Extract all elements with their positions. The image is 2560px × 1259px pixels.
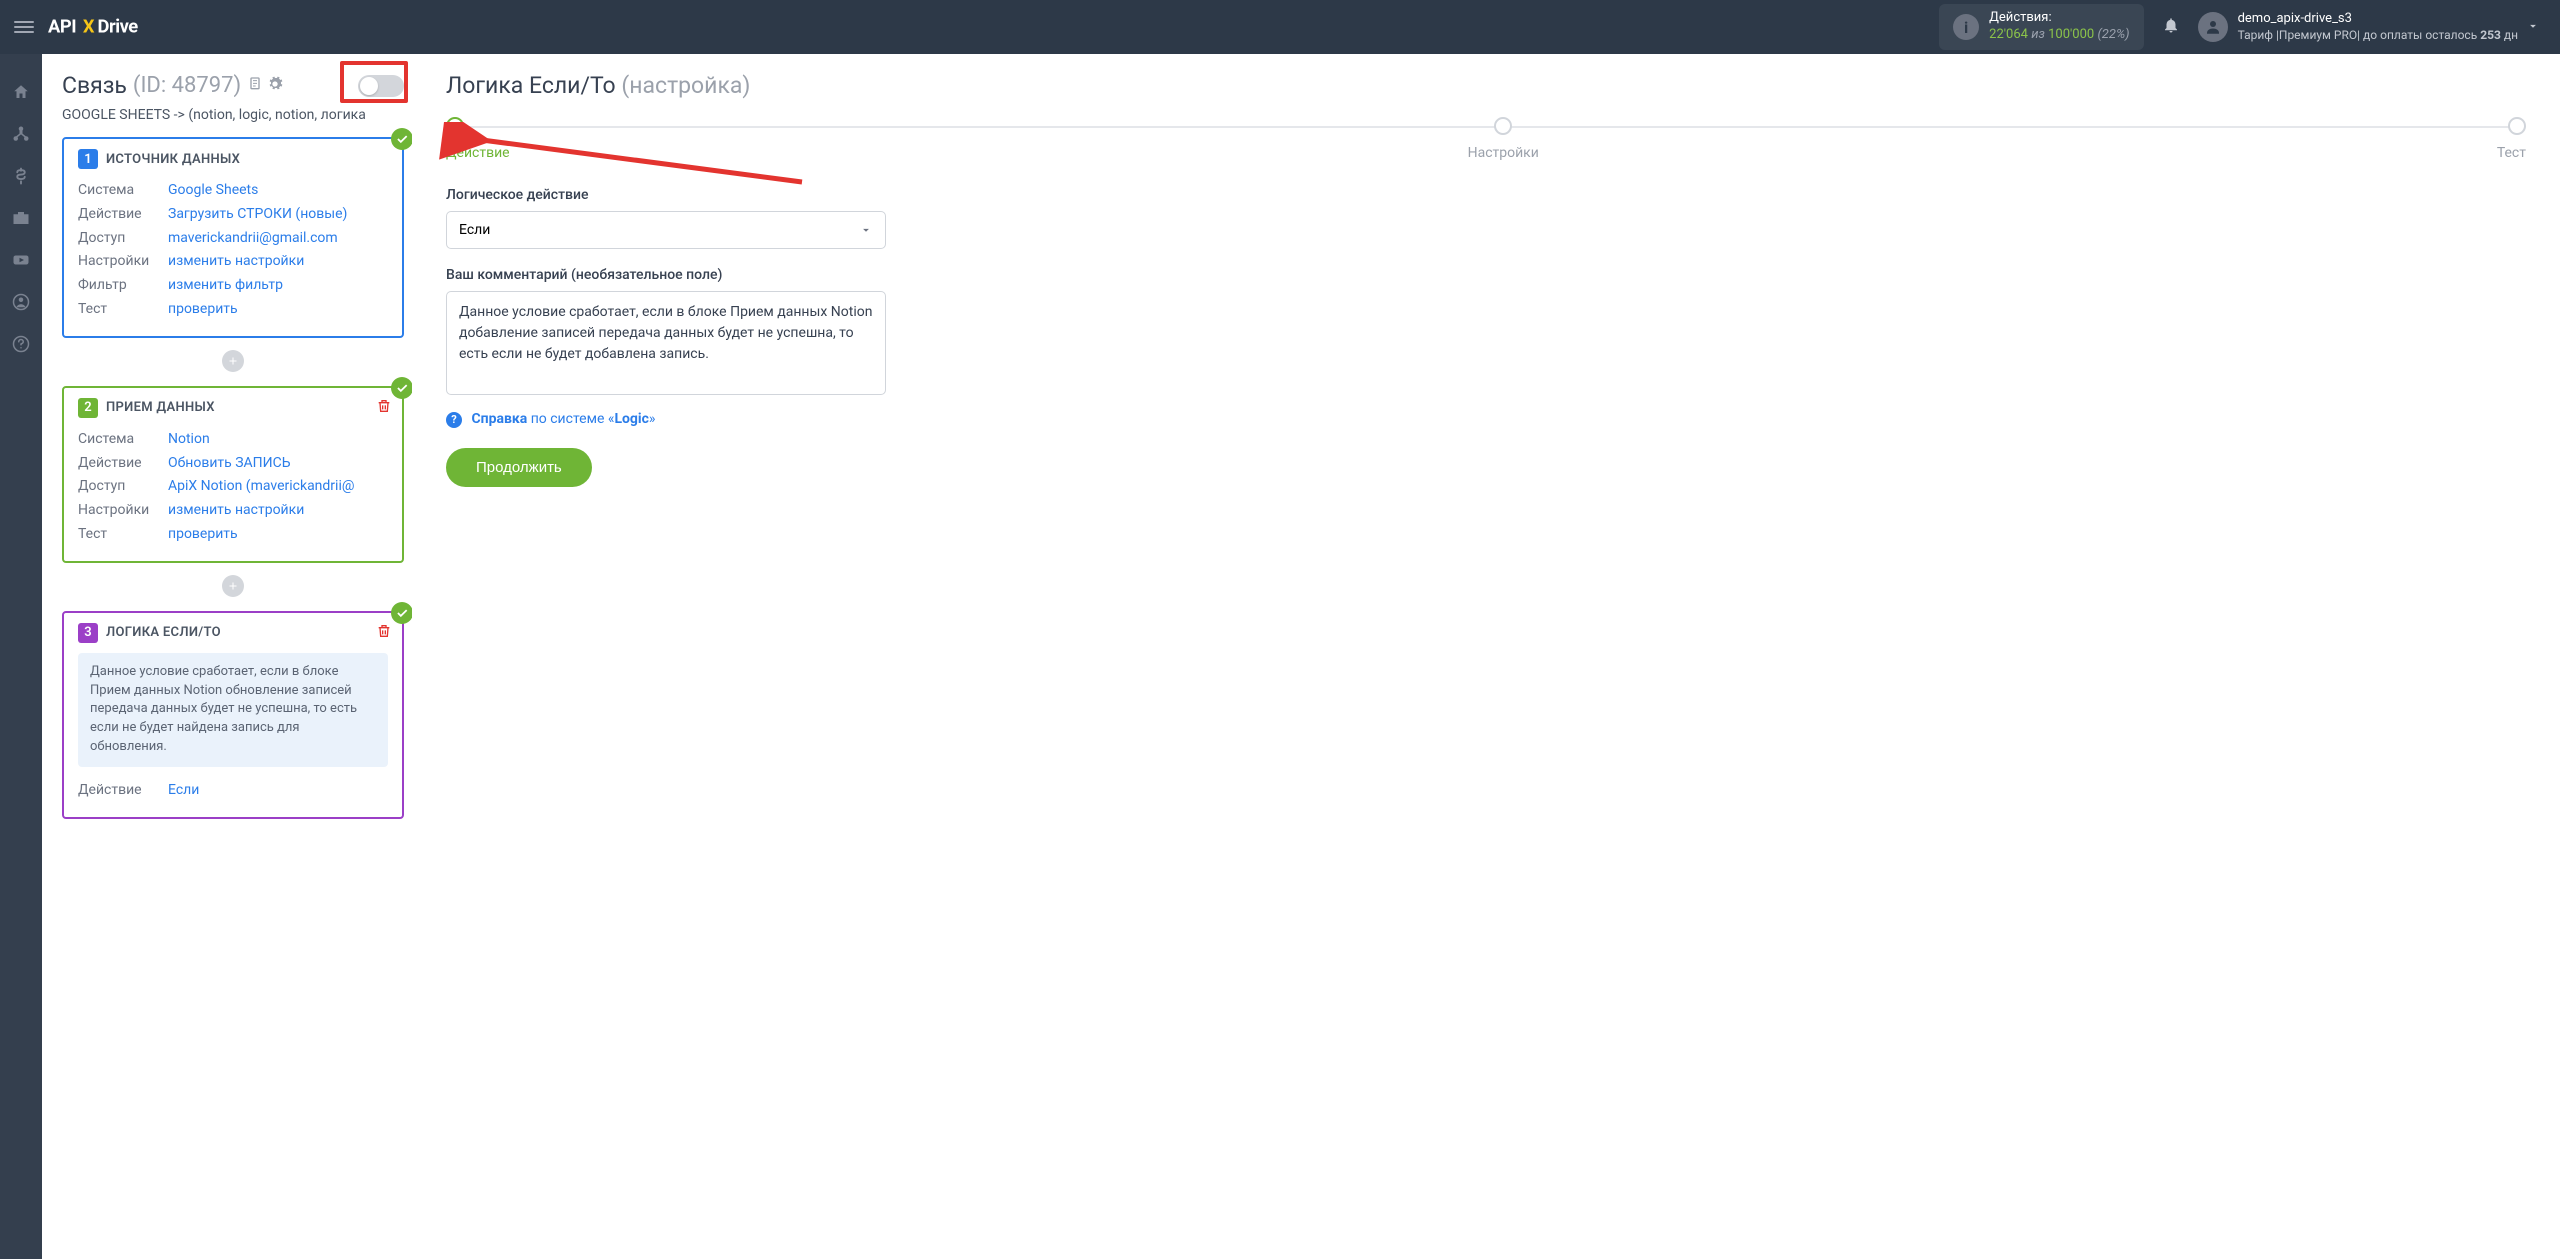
left-panel: Связь (ID: 48797) GOOGLE SHEETS -> (noti… bbox=[42, 54, 412, 1259]
nav-account-icon[interactable] bbox=[12, 292, 30, 312]
help-link[interactable]: ? Справка по системе «Logic» bbox=[446, 411, 2526, 428]
delete-destination-icon[interactable] bbox=[376, 398, 392, 418]
logic-action-select[interactable]: Если bbox=[446, 211, 886, 249]
dest-action-link[interactable]: Обновить ЗАПИСЬ bbox=[168, 452, 291, 476]
comment-label: Ваш комментарий (необязательное поле) bbox=[446, 267, 2526, 283]
user-menu[interactable]: demo_apix-drive_s3 Тариф |Премиум PRO| д… bbox=[2198, 11, 2518, 43]
destination-card: 2ПРИЕМ ДАННЫХ СистемаNotion ДействиеОбно… bbox=[62, 386, 404, 563]
continue-button[interactable]: Продолжить bbox=[446, 448, 592, 487]
step-settings[interactable]: Настройки bbox=[1468, 117, 1539, 161]
svg-text:X: X bbox=[83, 16, 95, 37]
nav-briefcase-icon[interactable] bbox=[12, 208, 30, 228]
topbar: API XDrive i Действия: 22'064 из 100'000 … bbox=[0, 0, 2560, 54]
menu-toggle[interactable] bbox=[12, 15, 36, 39]
connection-path: GOOGLE SHEETS -> (notion, logic, notion,… bbox=[62, 107, 404, 123]
logic-action-label: Логическое действие bbox=[446, 187, 2526, 203]
username: demo_apix-drive_s3 bbox=[2238, 11, 2518, 28]
svg-text:Drive: Drive bbox=[97, 16, 138, 37]
source-card: 1ИСТОЧНИК ДАННЫХ СистемаGoogle Sheets Де… bbox=[62, 137, 404, 338]
nav-home-icon[interactable] bbox=[12, 82, 30, 102]
actions-label: Действия: bbox=[1989, 10, 2129, 27]
actions-total: 100'000 bbox=[2048, 27, 2094, 42]
logic-card: 3ЛОГИКА ЕСЛИ/ТО Данное условие сработает… bbox=[62, 611, 404, 819]
svg-text:API: API bbox=[48, 16, 76, 37]
add-block-button-2[interactable] bbox=[222, 575, 244, 597]
logo[interactable]: API XDrive bbox=[48, 16, 204, 38]
logic-description: Данное условие сработает, если в блоке П… bbox=[78, 653, 388, 767]
nav-youtube-icon[interactable] bbox=[12, 250, 30, 270]
actions-of: из bbox=[2031, 27, 2045, 42]
chevron-down-icon bbox=[859, 223, 873, 237]
logic-action-link[interactable]: Если bbox=[168, 779, 199, 803]
comment-textarea[interactable] bbox=[446, 291, 886, 395]
connection-title: Связь bbox=[62, 72, 127, 99]
check-icon bbox=[391, 128, 412, 150]
nav-connections-icon[interactable] bbox=[12, 124, 30, 144]
source-system-link[interactable]: Google Sheets bbox=[168, 179, 258, 203]
actions-pct: (22%) bbox=[2097, 27, 2129, 42]
dest-test-link[interactable]: проверить bbox=[168, 523, 238, 547]
nav-help-icon[interactable] bbox=[12, 334, 30, 354]
copy-icon[interactable] bbox=[247, 76, 263, 96]
step-action[interactable]: Действие bbox=[446, 117, 510, 161]
check-icon bbox=[391, 602, 412, 624]
chevron-down-icon[interactable] bbox=[2518, 18, 2548, 37]
step-test[interactable]: Тест bbox=[2497, 117, 2526, 161]
source-test-link[interactable]: проверить bbox=[168, 298, 238, 322]
tariff-info: Тариф |Премиум PRO| до оплаты осталось 2… bbox=[2238, 28, 2518, 44]
source-action-link[interactable]: Загрузить СТРОКИ (новые) bbox=[168, 203, 347, 227]
step-progress: Действие Настройки Тест bbox=[446, 117, 2526, 165]
enable-toggle[interactable] bbox=[358, 75, 404, 97]
source-filter-link[interactable]: изменить фильтр bbox=[168, 274, 283, 298]
help-icon: ? bbox=[446, 412, 462, 428]
nav-billing-icon[interactable] bbox=[12, 166, 30, 186]
main-panel: Логика Если/То (настройка) Действие Наст… bbox=[412, 54, 2560, 1259]
delete-logic-icon[interactable] bbox=[376, 623, 392, 643]
connection-id: (ID: 48797) bbox=[133, 73, 241, 98]
dest-access-link[interactable]: ApiX Notion (maverickandrii@ bbox=[168, 475, 354, 499]
add-block-button-1[interactable] bbox=[222, 350, 244, 372]
dest-system-link[interactable]: Notion bbox=[168, 428, 210, 452]
gear-icon[interactable] bbox=[267, 76, 283, 96]
side-nav bbox=[0, 54, 42, 1259]
avatar-icon bbox=[2198, 12, 2228, 42]
source-access-link[interactable]: maverickandrii@gmail.com bbox=[168, 227, 338, 251]
notifications-icon[interactable] bbox=[2162, 16, 2180, 38]
actions-used: 22'064 bbox=[1989, 27, 2028, 42]
page-title: Логика Если/То (настройка) bbox=[446, 72, 2526, 99]
info-icon: i bbox=[1953, 14, 1979, 40]
actions-counter[interactable]: i Действия: 22'064 из 100'000 (22%) bbox=[1939, 4, 2143, 50]
dest-settings-link[interactable]: изменить настройки bbox=[168, 499, 304, 523]
check-icon bbox=[391, 377, 412, 399]
source-settings-link[interactable]: изменить настройки bbox=[168, 250, 304, 274]
